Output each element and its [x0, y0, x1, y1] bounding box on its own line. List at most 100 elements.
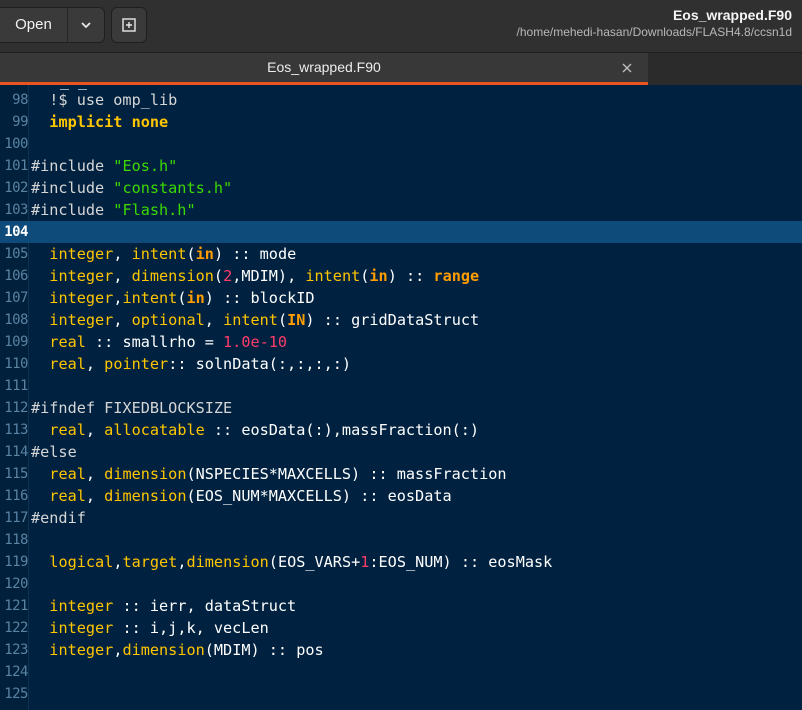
code-token: "constants.h" — [113, 179, 233, 197]
code-token: !$ use omp_lib — [31, 91, 178, 109]
code-token: (EOS_NUM*MAXCELLS) :: eosData — [186, 487, 452, 505]
code-token: intent — [131, 245, 187, 263]
code-line[interactable]: 123 integer,dimension(MDIM) :: pos — [0, 639, 802, 661]
tab-label: Eos_wrapped.F90 — [267, 59, 381, 75]
open-dropdown-button[interactable] — [68, 8, 104, 42]
code-text: logical,target,dimension(EOS_VARS+1:EOS_… — [31, 551, 552, 573]
code-text: real, dimension(EOS_NUM*MAXCELLS) :: eos… — [31, 485, 452, 507]
code-line[interactable]: 112 #ifndef FIXEDBLOCKSIZE — [0, 397, 802, 419]
code-text: integer :: i,j,k, vecLen — [31, 617, 269, 639]
code-line[interactable]: 109 real :: smallrho = 1.0e-10 — [0, 331, 802, 353]
code-line[interactable]: 124 — [0, 661, 802, 683]
code-token: real — [49, 421, 86, 439]
code-token: #include — [31, 179, 114, 197]
code-token: intent — [305, 267, 361, 285]
code-token: logical — [49, 553, 114, 571]
code-text: real :: smallrho = 1.0e-10 — [31, 331, 287, 353]
code-text: #ifndef FIXEDBLOCKSIZE — [31, 397, 232, 419]
line-number: 100 — [4, 136, 28, 152]
code-text: integer,intent(in) :: blockID — [31, 287, 315, 309]
line-number: 102 — [4, 180, 28, 196]
code-text: integer :: ierr, dataStruct — [31, 595, 296, 617]
code-text: integer,dimension(MDIM) :: pos — [31, 639, 323, 661]
code-line[interactable]: 125 — [0, 683, 802, 705]
line-number: 105 — [4, 246, 28, 262]
code-line[interactable]: 117 #endif — [0, 507, 802, 529]
code-line[interactable]: 111 — [0, 375, 802, 397]
code-text: real, pointer:: solnData(:,:,:,:) — [31, 353, 351, 375]
code-token: 2 — [223, 267, 233, 285]
code-text: implicit none — [31, 111, 168, 133]
code-token: ( — [277, 311, 288, 329]
code-line[interactable]: 113 real, allocatable :: eosData(:),mass… — [0, 419, 802, 441]
code-line[interactable]: 118 — [0, 529, 802, 551]
code-token: :: ierr, dataStruct — [113, 597, 297, 615]
code-text: !$ use omp_lib — [31, 89, 177, 111]
code-line[interactable]: 115 real, dimension(NSPECIES*MAXCELLS) :… — [0, 463, 802, 485]
code-line[interactable]: 116 real, dimension(EOS_NUM*MAXCELLS) ::… — [0, 485, 802, 507]
code-token: ( — [186, 245, 196, 263]
code-token: , — [85, 465, 105, 483]
code-token: , — [113, 245, 132, 263]
line-number: 119 — [4, 554, 28, 570]
line-number: 109 — [4, 334, 28, 350]
scrolled-partial-line: _ _ — [60, 85, 87, 89]
code-token: dimension — [104, 487, 187, 505]
code-token: dimension — [186, 553, 269, 571]
line-number: 107 — [4, 290, 28, 306]
code-line[interactable]: 107 integer,intent(in) :: blockID — [0, 287, 802, 309]
code-line[interactable]: 103 #include "Flash.h" — [0, 199, 802, 221]
code-token: dimension — [122, 641, 205, 659]
code-token: allocatable — [104, 421, 205, 439]
open-button-group: Open — [0, 7, 105, 43]
open-button[interactable]: Open — [0, 8, 68, 42]
code-line[interactable]: 114 #else — [0, 441, 802, 463]
line-number: 112 — [4, 400, 28, 416]
code-token: "Flash.h" — [113, 201, 196, 219]
code-line[interactable]: 108 integer, optional, intent(IN) :: gri… — [0, 309, 802, 331]
tab-eos-wrapped[interactable]: Eos_wrapped.F90 — [0, 53, 648, 85]
code-line[interactable]: 98 !$ use omp_lib — [0, 89, 802, 111]
code-token: #ifndef FIXEDBLOCKSIZE — [31, 399, 233, 417]
line-number: 117 — [4, 510, 28, 526]
code-token: , — [204, 311, 224, 329]
code-token: #include — [31, 201, 114, 219]
code-text: #endif — [31, 507, 86, 529]
code-token: ) :: blockID — [204, 289, 315, 307]
code-token: dimension — [104, 465, 187, 483]
code-line[interactable]: 110 real, pointer:: solnData(:,:,:,:) — [0, 353, 802, 375]
code-line[interactable]: 106 integer, dimension(2,MDIM), intent(i… — [0, 265, 802, 287]
code-text: #include "Flash.h" — [31, 199, 196, 221]
code-line[interactable]: 121 integer :: ierr, dataStruct — [0, 595, 802, 617]
close-icon[interactable] — [620, 61, 634, 75]
code-line[interactable]: 119 logical,target,dimension(EOS_VARS+1:… — [0, 551, 802, 573]
code-token: , — [85, 487, 105, 505]
code-token: integer — [49, 641, 114, 659]
current-code-line[interactable]: 104 — [0, 221, 802, 243]
code-token: ,MDIM), — [232, 267, 306, 285]
code-line[interactable]: 105 integer, intent(in) :: mode — [0, 243, 802, 265]
code-editor[interactable]: _ _ 98 !$ use omp_lib99 implicit none 100… — [0, 85, 802, 710]
chevron-down-icon — [81, 22, 91, 29]
code-token: :: solnData(:,:,:,:) — [168, 355, 352, 373]
code-token: dimension — [131, 267, 214, 285]
code-line[interactable]: 100 — [0, 133, 802, 155]
code-text: integer, dimension(2,MDIM), intent(in) :… — [31, 265, 479, 287]
code-token: , — [177, 553, 187, 571]
code-line[interactable]: 120 — [0, 573, 802, 595]
code-line[interactable]: 101 #include "Eos.h" — [0, 155, 802, 177]
code-token: #include — [31, 157, 114, 175]
code-line[interactable]: 102 #include "constants.h" — [0, 177, 802, 199]
code-line[interactable]: 99 implicit none — [0, 111, 802, 133]
code-token: :: i,j,k, vecLen — [113, 619, 269, 637]
new-tab-button[interactable] — [111, 7, 147, 43]
code-line[interactable]: 122 integer :: i,j,k, vecLen — [0, 617, 802, 639]
line-number: 104 — [4, 224, 28, 240]
